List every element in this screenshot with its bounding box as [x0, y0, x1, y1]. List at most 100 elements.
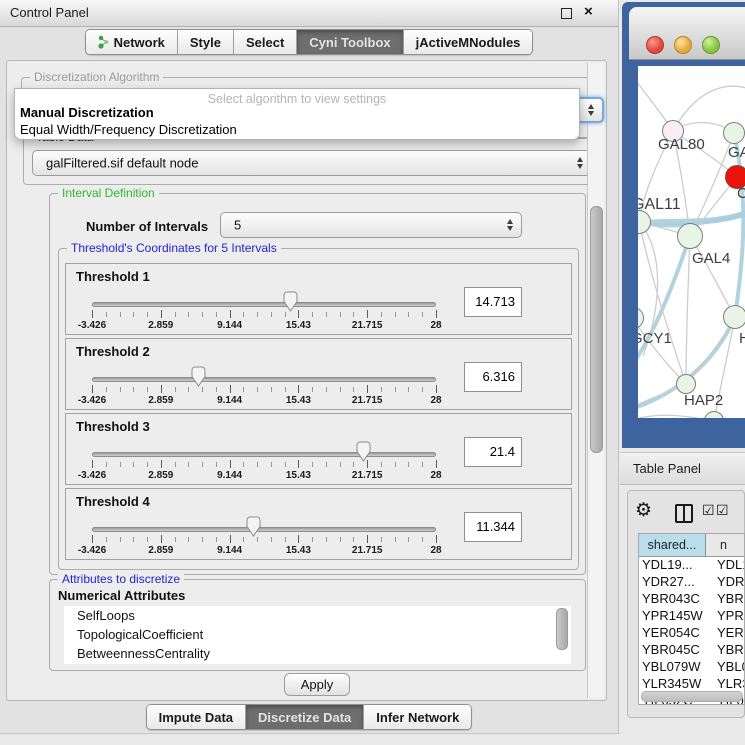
apply-button[interactable]: Apply	[284, 673, 350, 696]
threshold-1-value-field[interactable]: 14.713	[464, 287, 522, 317]
threshold-label: Threshold 3	[76, 419, 150, 434]
float-window-icon[interactable]	[561, 8, 572, 19]
algorithm-option-manual-discretization[interactable]: Manual Discretization	[20, 105, 154, 120]
number-of-intervals-combobox[interactable]: 5	[220, 212, 522, 238]
attribute-table: shared... n YDL19...YDL1YDR27...YDR2YBR0…	[638, 533, 745, 705]
attributes-group-label: Attributes to discretize	[58, 572, 184, 586]
threshold-1-slider-thumb[interactable]	[283, 291, 298, 312]
combo-stepper-icon	[577, 157, 583, 169]
list-item[interactable]: TopologicalCoefficient	[64, 625, 571, 644]
cell-shared-name: YBL079W	[639, 659, 706, 676]
slider-ticks	[92, 385, 436, 394]
threshold-4-slider-track[interactable]	[92, 527, 436, 532]
algorithm-dropdown-popup: Select algorithm to view settings Manual…	[14, 88, 580, 140]
mac-close-button[interactable]	[646, 36, 664, 54]
threshold-3-slider-track[interactable]	[92, 452, 436, 457]
node-label-GAL4: GAL4	[692, 250, 730, 267]
tab-impute-data[interactable]: Impute Data	[147, 705, 245, 729]
table-row[interactable]: YBL079WYBL0	[639, 659, 744, 676]
threshold-2-panel: Threshold 2 -3.4262.8599.14415.4321.71528…	[65, 338, 572, 410]
tab-label: Discretize Data	[258, 710, 351, 725]
node-label-H: H	[739, 330, 745, 347]
tab-label: Network	[114, 35, 165, 50]
threshold-2-slider-thumb[interactable]	[191, 366, 206, 387]
gear-icon[interactable]: ⚙	[635, 499, 652, 522]
table-row[interactable]: YBR045CYBR0	[639, 642, 744, 659]
panel-scrollbar-track[interactable]	[587, 63, 604, 698]
attribute-items: SelfLoopsTopologicalCoefficientBetweenne…	[64, 606, 571, 663]
number-of-intervals-value: 5	[234, 218, 241, 233]
slider-ticks	[92, 460, 436, 469]
table-data-combobox[interactable]: galFiltered.sif default node	[32, 150, 592, 176]
attributes-group: Attributes to discretize Numerical Attri…	[49, 579, 586, 671]
panel-scrollbar-thumb[interactable]	[590, 206, 603, 453]
table-row[interactable]: YER054CYER0	[639, 625, 744, 642]
top-tab-bar: Network StyleSelect Cyni Toolbox jActiveMNo…	[0, 29, 618, 55]
algorithm-option-equal-width-frequency-discretization[interactable]: Equal Width/Frequency Discretization	[20, 122, 237, 137]
control-panel-titlebar[interactable]: Control Panel ×	[0, 0, 618, 27]
cell-name: YPR1	[706, 608, 744, 625]
column-header-name[interactable]: n	[706, 534, 744, 556]
threshold-4-slider-thumb[interactable]	[246, 516, 261, 537]
tab-select[interactable]: Select	[233, 30, 296, 54]
node-label-C: C	[737, 185, 745, 202]
node-GA-node[interactable]	[723, 122, 745, 144]
tab-jactivemnodules[interactable]: jActiveMNodules	[403, 30, 533, 54]
checkbox-icon[interactable]: ☑	[716, 502, 729, 519]
node-HAP2-node[interactable]	[676, 374, 696, 394]
tab-infer-network[interactable]: Infer Network	[363, 705, 471, 729]
cell-shared-name: YER054C	[639, 625, 706, 642]
cell-name: YDR2	[706, 574, 744, 591]
mac-zoom-button[interactable]	[702, 36, 720, 54]
threshold-3-panel: Threshold 3 -3.4262.8599.14415.4321.71528…	[65, 413, 572, 485]
network-canvas[interactable]: GAL80GACGAL11GAL4GCY1HHAP2	[638, 66, 745, 418]
list-item[interactable]: SelfLoops	[64, 606, 571, 625]
combo-stepper-icon	[588, 104, 594, 116]
tab-network[interactable]: Network	[86, 30, 177, 54]
table-row[interactable]: YDR27...YDR2	[639, 574, 744, 591]
slider-tick-labels: -3.4262.8599.14415.4321.71528	[92, 470, 436, 482]
split-columns-icon[interactable]	[675, 504, 693, 523]
mac-minimize-button[interactable]	[674, 36, 692, 54]
node-H-node[interactable]	[723, 305, 745, 329]
threshold-2-value-field[interactable]: 6.316	[464, 362, 522, 392]
network-window-titlebar[interactable]	[629, 7, 745, 60]
slider-tick-labels: -3.4262.8599.14415.4321.71528	[92, 395, 436, 407]
tab-style[interactable]: Style	[177, 30, 233, 54]
table-data-group: Table Data galFiltered.sif default node	[23, 137, 603, 185]
threshold-4-value-field[interactable]: 11.344	[464, 512, 522, 542]
cell-shared-name: YDL19...	[639, 557, 706, 574]
threshold-label: Threshold 4	[76, 494, 150, 509]
threshold-label: Threshold 2	[76, 344, 150, 359]
table-row[interactable]: YDL19...YDL1	[639, 557, 744, 574]
table-header-row: shared... n	[639, 534, 744, 557]
combo-stepper-icon	[507, 219, 513, 231]
threshold-3-value-field[interactable]: 21.4	[464, 437, 522, 467]
table-panel-titlebar[interactable]: Table Panel	[620, 452, 745, 485]
threshold-1-slider-track[interactable]	[92, 302, 436, 307]
table-data-value: galFiltered.sif default node	[46, 156, 198, 171]
tab-cyni-toolbox[interactable]: Cyni Toolbox	[296, 30, 402, 54]
column-header-shared-name[interactable]: shared...	[639, 534, 706, 556]
numerical-attributes-list[interactable]: SelfLoopsTopologicalCoefficientBetweenne…	[64, 606, 571, 664]
list-item[interactable]: BetweennessCentrality	[64, 644, 571, 663]
table-hscrollbar[interactable]	[641, 691, 743, 702]
close-icon[interactable]: ×	[584, 3, 593, 21]
table-row[interactable]: YPR145WYPR1	[639, 608, 744, 625]
threshold-4-panel: Threshold 4 -3.4262.8599.14415.4321.71528…	[65, 488, 572, 560]
threshold-label: Threshold 1	[76, 269, 150, 284]
table-row[interactable]: YBR043CYBR0	[639, 591, 744, 608]
tab-discretize-data[interactable]: Discretize Data	[245, 705, 363, 729]
tab-label: Cyni Toolbox	[309, 35, 390, 50]
cell-name: YBL0	[706, 659, 744, 676]
checkbox-icon[interactable]: ☑	[702, 502, 715, 519]
threshold-2-slider-track[interactable]	[92, 377, 436, 382]
cyni-toolbox-panel: Discretization Algorithm Select algorith…	[6, 60, 607, 701]
node-label-HAP2: HAP2	[684, 392, 723, 409]
cell-shared-name: YBR045C	[639, 642, 706, 659]
list-scrollbar[interactable]	[556, 608, 568, 650]
threshold-3-slider-thumb[interactable]	[356, 441, 371, 462]
slider-tick-labels: -3.4262.8599.14415.4321.71528	[92, 545, 436, 557]
node-GAL4-node[interactable]	[677, 223, 703, 249]
slider-tick-labels: -3.4262.8599.14415.4321.71528	[92, 320, 436, 332]
